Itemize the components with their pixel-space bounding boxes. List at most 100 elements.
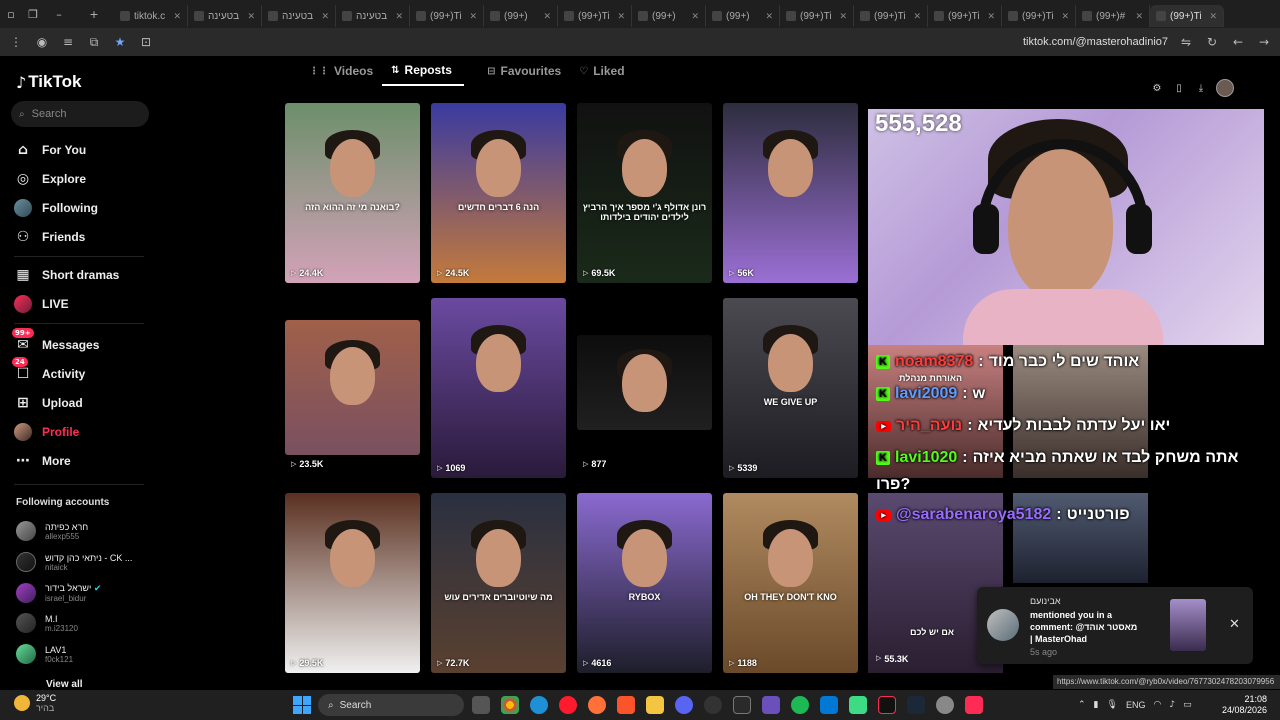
close-icon[interactable]: ✕ bbox=[321, 11, 329, 22]
nav-upload[interactable]: ⊞ Upload bbox=[14, 394, 83, 412]
nav-short-dramas[interactable]: ▦ Short dramas bbox=[14, 266, 119, 284]
android-icon[interactable] bbox=[849, 696, 867, 714]
tab-liked[interactable]: ♡ Liked bbox=[570, 56, 633, 86]
close-icon[interactable]: ✕ bbox=[617, 11, 625, 22]
store-icon[interactable] bbox=[820, 696, 838, 714]
browser-tab[interactable]: (99+) ✕ bbox=[632, 5, 706, 27]
close-icon[interactable]: ✕ bbox=[1135, 11, 1143, 22]
tune-icon[interactable]: ⇋ bbox=[1178, 34, 1194, 50]
brave-icon[interactable] bbox=[617, 696, 635, 714]
close-icon[interactable]: ✕ bbox=[247, 11, 255, 22]
steam-icon[interactable] bbox=[907, 696, 925, 714]
browser-tab[interactable]: בטעינה ✕ bbox=[262, 5, 336, 27]
nav-live[interactable]: LIVE bbox=[14, 295, 69, 313]
mic-icon[interactable]: 🎙︎ bbox=[1107, 700, 1118, 710]
phone-icon[interactable]: ▯ bbox=[1172, 81, 1186, 95]
close-icon[interactable]: ✕ bbox=[1061, 11, 1069, 22]
video-thumbnail[interactable]: OH THEY DON'T KNO ▷ 1188 bbox=[723, 493, 858, 673]
firefox-icon[interactable] bbox=[588, 696, 606, 714]
language-indicator[interactable]: ENG bbox=[1126, 700, 1146, 710]
apps-grid-icon[interactable] bbox=[762, 696, 780, 714]
tiktok-logo[interactable]: ♪ TikTok bbox=[16, 72, 81, 92]
weather-widget[interactable]: 29°C בהיר bbox=[14, 693, 56, 713]
following-account-item[interactable]: חרא כפיתה allexp555 bbox=[16, 521, 88, 541]
settings-icon[interactable]: ⚙ bbox=[1150, 81, 1164, 95]
bookmark-star-icon[interactable]: ★ bbox=[112, 34, 128, 50]
video-thumbnail[interactable]: ▷ 23.5K bbox=[285, 320, 420, 469]
forward-icon[interactable]: → bbox=[1256, 34, 1272, 50]
settings-app-icon[interactable] bbox=[936, 696, 954, 714]
browser-tab[interactable]: tiktok.c ✕ bbox=[114, 5, 188, 27]
tab-reposts[interactable]: ⇅ Reposts bbox=[382, 56, 465, 86]
nav-more[interactable]: ⋯ More bbox=[14, 452, 71, 470]
close-icon[interactable]: ✕ bbox=[1209, 11, 1217, 22]
usb-icon[interactable]: ▮ bbox=[1094, 700, 1099, 710]
folder-icon[interactable] bbox=[646, 696, 664, 714]
following-account-item[interactable]: LAV1 f0ck121 bbox=[16, 644, 73, 664]
nav-explore[interactable]: ◎ Explore bbox=[14, 170, 86, 188]
search-input[interactable]: ⌕ Search bbox=[11, 101, 149, 127]
notification-thumbnail[interactable] bbox=[1170, 599, 1206, 651]
following-account-item[interactable]: ישראל בידור ✔ israel_bidur bbox=[16, 583, 101, 603]
browser-tab[interactable]: (99+)Ti ✕ bbox=[558, 5, 632, 27]
extensions-icon[interactable]: ⧉ bbox=[86, 34, 102, 50]
task-view-icon[interactable] bbox=[472, 696, 490, 714]
browser-tab[interactable]: (99+)Ti ✕ bbox=[1150, 5, 1224, 27]
taskbar-search[interactable]: ⌕ Search bbox=[318, 694, 464, 716]
download-icon[interactable]: ⤓ bbox=[1194, 81, 1208, 95]
video-thumbnail[interactable]: רונן אדולף ג'י מספר איך הרביץ לילדים יהו… bbox=[577, 103, 712, 283]
nav-friends[interactable]: ⚇ Friends bbox=[14, 228, 86, 246]
browser-tab[interactable]: (99+) ✕ bbox=[484, 5, 558, 27]
user-avatar[interactable] bbox=[1216, 79, 1234, 97]
video-thumbnail[interactable]: הנה 6 דברים חדשים ▷ 24.5K bbox=[431, 103, 566, 283]
github-icon[interactable] bbox=[704, 696, 722, 714]
wifi-icon[interactable]: ◠ bbox=[1153, 700, 1161, 710]
browser-tab[interactable]: (99+)Ti ✕ bbox=[928, 5, 1002, 27]
close-icon[interactable]: ✕ bbox=[691, 11, 699, 22]
close-icon[interactable]: ✕ bbox=[1229, 617, 1240, 632]
install-icon[interactable]: ⊡ bbox=[138, 34, 154, 50]
close-icon[interactable]: ✕ bbox=[543, 11, 551, 22]
nav-following[interactable]: Following bbox=[14, 199, 98, 217]
video-thumbnail[interactable]: WE GIVE UP ▷ 5339 bbox=[723, 298, 858, 478]
video-thumbnail[interactable]: RYBOX ▷ 4616 bbox=[577, 493, 712, 673]
list-icon[interactable]: ≡ bbox=[60, 34, 76, 50]
browser-tab[interactable]: (99+)Ti ✕ bbox=[780, 5, 854, 27]
tab-favourites[interactable]: ⊟ Favourites bbox=[478, 56, 570, 86]
epic-games-icon[interactable] bbox=[733, 696, 751, 714]
chevron-up-icon[interactable]: ⌃ bbox=[1078, 700, 1086, 710]
browser-tab[interactable]: (99+) ✕ bbox=[706, 5, 780, 27]
close-icon[interactable]: ✕ bbox=[469, 11, 477, 22]
browser-tab[interactable]: בטעינה ✕ bbox=[188, 5, 262, 27]
clock[interactable]: 21:08 24/08/2026 bbox=[1222, 694, 1267, 716]
spotify-icon[interactable] bbox=[791, 696, 809, 714]
menu-dots-icon[interactable]: ⋮ bbox=[8, 34, 24, 50]
tiktok-app-icon[interactable] bbox=[878, 696, 896, 714]
opera-icon[interactable] bbox=[559, 696, 577, 714]
browser-tab[interactable]: (99+)# ✕ bbox=[1076, 5, 1150, 27]
nav-messages[interactable]: ✉ 99+ Messages bbox=[12, 328, 99, 354]
edge-icon[interactable] bbox=[530, 696, 548, 714]
view-all-link[interactable]: View all bbox=[46, 679, 83, 690]
browser-tab[interactable]: (99+)Ti ✕ bbox=[1002, 5, 1076, 27]
back-icon[interactable]: ← bbox=[1230, 34, 1246, 50]
close-icon[interactable]: ✕ bbox=[173, 11, 181, 22]
tab-videos[interactable]: ⋮⋮ Videos bbox=[300, 56, 382, 86]
close-icon[interactable]: ✕ bbox=[765, 11, 773, 22]
comment-notification[interactable]: אבינועם mentioned you in a comment: @מאס… bbox=[977, 587, 1253, 664]
video-thumbnail[interactable]: ▷ 1069 bbox=[431, 298, 566, 478]
volume-icon[interactable]: ♪ bbox=[1169, 700, 1175, 710]
video-thumbnail[interactable]: ▷ 877 bbox=[577, 335, 712, 469]
close-icon[interactable]: ✕ bbox=[913, 11, 921, 22]
restore-icon[interactable]: ❐ bbox=[22, 0, 44, 28]
browser-tab[interactable]: (99+)Ti ✕ bbox=[410, 5, 484, 27]
video-thumbnail[interactable]: ▷ 29.5K bbox=[285, 493, 420, 673]
tiktok-active-icon[interactable] bbox=[965, 696, 983, 714]
new-tab-icon[interactable]: + bbox=[74, 0, 114, 28]
nav-for-you[interactable]: ⌂ For You bbox=[14, 141, 86, 159]
video-thumbnail[interactable]: מה שיוטיוברים אדירים עוש ▷ 72.7K bbox=[431, 493, 566, 673]
video-thumbnail[interactable]: בואנה מי זה ההוא הזה? ▷ 24.4K bbox=[285, 103, 420, 283]
chrome-icon[interactable] bbox=[501, 696, 519, 714]
start-icon[interactable] bbox=[293, 696, 311, 714]
close-icon[interactable]: ✕ bbox=[839, 11, 847, 22]
